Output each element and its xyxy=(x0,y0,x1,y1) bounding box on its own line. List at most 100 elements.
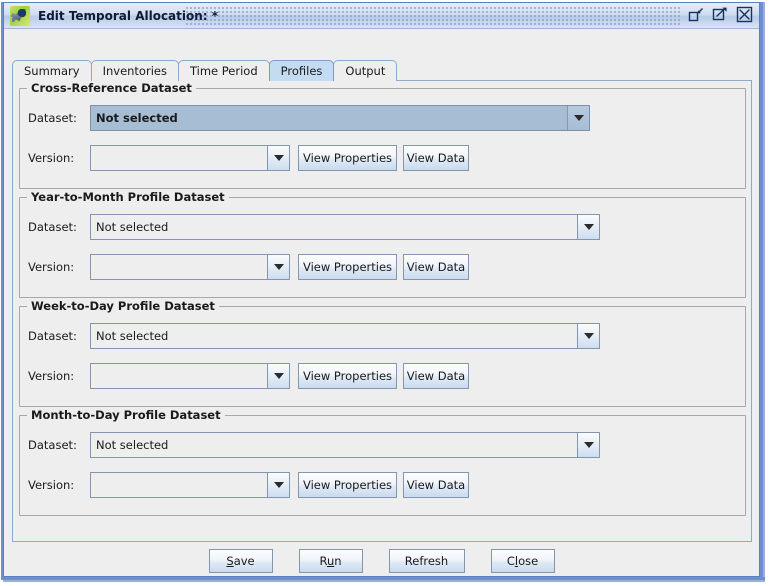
week-to-day-version-row: Version: View Properties View Data xyxy=(28,363,469,389)
chevron-down-icon[interactable] xyxy=(267,255,289,279)
year-to-month-dataset-label: Dataset: xyxy=(28,220,77,234)
week-to-day-version-value xyxy=(91,364,267,388)
save-button-label: Save xyxy=(226,554,254,568)
group-week-to-day-profile-dataset: Week-to-Day Profile Dataset Dataset: Not… xyxy=(19,299,746,407)
refresh-button-label: Refresh xyxy=(405,554,448,568)
window-frame-right xyxy=(760,2,765,580)
year-to-month-dataset-combo[interactable]: Not selected xyxy=(90,214,600,240)
chevron-down-icon[interactable] xyxy=(267,364,289,388)
cross-reference-view-data-label: View Data xyxy=(406,151,466,165)
window-controls xyxy=(688,6,753,23)
year-to-month-version-combo[interactable] xyxy=(90,254,290,280)
tab-strip: Summary Inventories Time Period Profiles… xyxy=(12,59,398,81)
save-mnemonic: S xyxy=(226,554,234,568)
cross-reference-view-properties-button[interactable]: View Properties xyxy=(298,145,397,171)
year-to-month-view-data-button[interactable]: View Data xyxy=(403,254,469,280)
group-week-to-day-profile-dataset-title: Week-to-Day Profile Dataset xyxy=(27,299,219,313)
restore-button[interactable] xyxy=(688,6,705,23)
cross-reference-dataset-value: Not selected xyxy=(91,106,567,130)
window-frame-bottom xyxy=(3,577,765,582)
year-to-month-dataset-value: Not selected xyxy=(91,215,577,239)
app-icon xyxy=(10,5,30,26)
close-button-label: Close xyxy=(507,554,538,568)
tab-output-label: Output xyxy=(345,64,386,78)
cross-reference-version-row: Version: View Properties View Data xyxy=(28,145,469,171)
chevron-down-icon[interactable] xyxy=(577,215,599,239)
month-to-day-view-properties-button[interactable]: View Properties xyxy=(298,472,397,498)
chevron-down-icon[interactable] xyxy=(267,146,289,170)
run-pre: R xyxy=(319,554,327,568)
run-button-label: Run xyxy=(319,554,341,568)
tab-time-period[interactable]: Time Period xyxy=(177,60,270,81)
month-to-day-view-data-button[interactable]: View Data xyxy=(403,472,469,498)
year-to-month-version-row: Version: View Properties View Data xyxy=(28,254,469,280)
close-dialog-button[interactable]: Close xyxy=(490,549,555,573)
refresh-pre: Refresh xyxy=(404,554,449,568)
year-to-month-view-data-label: View Data xyxy=(406,260,466,274)
week-to-day-view-properties-label: View Properties xyxy=(302,369,393,383)
tab-inventories[interactable]: Inventories xyxy=(90,60,179,81)
month-to-day-view-properties-label: View Properties xyxy=(302,478,393,492)
close-post: ose xyxy=(518,554,539,568)
month-to-day-dataset-label: Dataset: xyxy=(28,438,77,452)
close-button[interactable] xyxy=(736,6,753,23)
tab-inventories-label: Inventories xyxy=(102,64,167,78)
week-to-day-view-data-label: View Data xyxy=(406,369,466,383)
close-pre: C xyxy=(506,554,515,568)
week-to-day-version-combo[interactable] xyxy=(90,363,290,389)
tab-time-period-label: Time Period xyxy=(189,64,258,78)
save-button[interactable]: Save xyxy=(208,549,273,573)
week-to-day-dataset-combo[interactable]: Not selected xyxy=(90,323,600,349)
cross-reference-dataset-combo[interactable]: Not selected xyxy=(90,105,590,131)
dialog-button-bar: Save Run Refresh Close xyxy=(4,549,759,573)
group-year-to-month-profile-dataset: Year-to-Month Profile Dataset Dataset: N… xyxy=(19,190,746,298)
cross-reference-view-properties-label: View Properties xyxy=(302,151,393,165)
cross-reference-version-label: Version: xyxy=(28,151,75,165)
month-to-day-dataset-row: Dataset: Not selected xyxy=(28,432,600,458)
maximize-button[interactable] xyxy=(712,6,729,23)
dialog-content: Summary Inventories Time Period Profiles… xyxy=(4,29,759,576)
year-to-month-view-properties-button[interactable]: View Properties xyxy=(298,254,397,280)
profiles-panel: Cross-Reference Dataset Dataset: Not sel… xyxy=(12,80,752,542)
month-to-day-view-data-label: View Data xyxy=(406,478,466,492)
chevron-down-icon[interactable] xyxy=(267,473,289,497)
year-to-month-dataset-row: Dataset: Not selected xyxy=(28,214,600,240)
cross-reference-view-data-button[interactable]: View Data xyxy=(403,145,469,171)
week-to-day-dataset-label: Dataset: xyxy=(28,329,77,343)
run-button[interactable]: Run xyxy=(298,549,363,573)
chevron-down-icon[interactable] xyxy=(577,433,599,457)
year-to-month-version-label: Version: xyxy=(28,260,75,274)
cross-reference-dataset-label: Dataset: xyxy=(28,111,77,125)
cross-reference-dataset-row: Dataset: Not selected xyxy=(28,105,590,131)
week-to-day-view-properties-button[interactable]: View Properties xyxy=(298,363,397,389)
month-to-day-version-label: Version: xyxy=(28,478,75,492)
run-post: n xyxy=(334,554,342,568)
group-cross-reference-dataset-title: Cross-Reference Dataset xyxy=(27,81,196,95)
week-to-day-view-data-button[interactable]: View Data xyxy=(403,363,469,389)
title-bar-texture xyxy=(186,7,681,25)
week-to-day-dataset-row: Dataset: Not selected xyxy=(28,323,600,349)
save-post: ave xyxy=(233,554,255,568)
group-month-to-day-profile-dataset-title: Month-to-Day Profile Dataset xyxy=(27,408,225,422)
chevron-down-icon[interactable] xyxy=(567,106,589,130)
chevron-down-icon[interactable] xyxy=(577,324,599,348)
month-to-day-version-combo[interactable] xyxy=(90,472,290,498)
tab-output[interactable]: Output xyxy=(333,60,398,81)
tab-summary[interactable]: Summary xyxy=(12,60,92,81)
title-bar[interactable]: Edit Temporal Allocation: * xyxy=(4,3,759,29)
month-to-day-version-row: Version: View Properties View Data xyxy=(28,472,469,498)
month-to-day-dataset-value: Not selected xyxy=(91,433,577,457)
window-title: Edit Temporal Allocation: * xyxy=(38,8,219,23)
tab-summary-label: Summary xyxy=(24,64,80,78)
month-to-day-dataset-combo[interactable]: Not selected xyxy=(90,432,600,458)
month-to-day-version-value xyxy=(91,473,267,497)
group-month-to-day-profile-dataset: Month-to-Day Profile Dataset Dataset: No… xyxy=(19,408,746,516)
refresh-button[interactable]: Refresh xyxy=(388,549,465,573)
dialog-window: Edit Temporal Allocation: * Summary Inve… xyxy=(3,2,760,577)
tab-profiles[interactable]: Profiles xyxy=(268,60,335,81)
cross-reference-version-combo[interactable] xyxy=(90,145,290,171)
tab-profiles-label: Profiles xyxy=(280,64,323,78)
year-to-month-view-properties-label: View Properties xyxy=(302,260,393,274)
year-to-month-version-value xyxy=(91,255,267,279)
group-year-to-month-profile-dataset-title: Year-to-Month Profile Dataset xyxy=(27,190,229,204)
